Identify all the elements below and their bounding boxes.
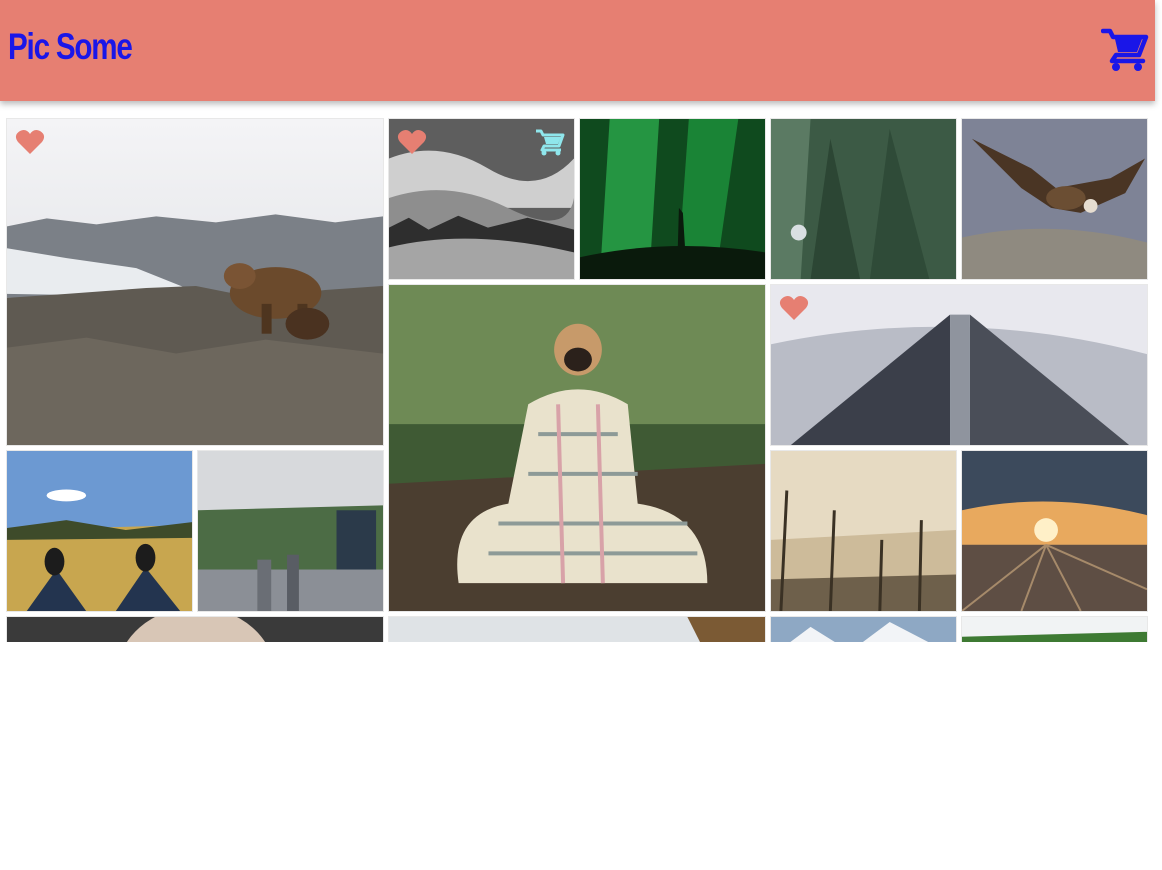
photo-tile-pug-in-blanket[interactable] [388, 284, 766, 612]
photo-tile-bear[interactable] [6, 118, 384, 446]
photo-image [771, 285, 1147, 445]
photo-image [389, 617, 765, 642]
photo-tile-grass-field[interactable] [961, 616, 1148, 642]
photo-tile-foggy-forest[interactable] [388, 118, 575, 280]
photo-image [771, 451, 956, 611]
shopping-cart-icon [1100, 28, 1149, 71]
photo-tile-dead-trees[interactable] [770, 450, 957, 612]
photo-image [771, 617, 956, 642]
add-to-cart-icon[interactable] [535, 128, 565, 156]
photo-image [962, 451, 1147, 611]
photo-tile-lake-shore[interactable] [388, 616, 766, 642]
photo-tile-pine-trees[interactable] [770, 118, 957, 280]
photo-image [771, 119, 956, 279]
heart-icon[interactable] [779, 294, 809, 322]
photo-tile-snowy-mountains[interactable] [770, 616, 957, 642]
photo-image [962, 119, 1147, 279]
photo-image [7, 617, 383, 642]
photo-image [198, 451, 383, 611]
photo-tile-rail-yard-sunset[interactable] [961, 450, 1148, 612]
brand-title: Pic Some [8, 26, 133, 67]
photo-image [7, 119, 383, 445]
photo-tile-aurora[interactable] [579, 118, 766, 280]
photo-tile-eagle[interactable] [961, 118, 1148, 280]
photo-tile-portrait[interactable] [6, 616, 384, 642]
photo-gallery [6, 118, 1152, 642]
heart-icon[interactable] [15, 128, 45, 156]
photo-tile-sneakers-in-field[interactable] [6, 450, 193, 612]
cart-link[interactable] [1100, 25, 1149, 73]
photo-image [389, 285, 765, 611]
photo-tile-skyscraper[interactable] [770, 284, 1148, 446]
app-header: Pic Some [0, 0, 1155, 101]
photo-tile-city-park[interactable] [197, 450, 384, 612]
photo-image [962, 617, 1147, 642]
photo-image [580, 119, 765, 279]
photo-image [7, 451, 192, 611]
heart-icon[interactable] [397, 128, 427, 156]
